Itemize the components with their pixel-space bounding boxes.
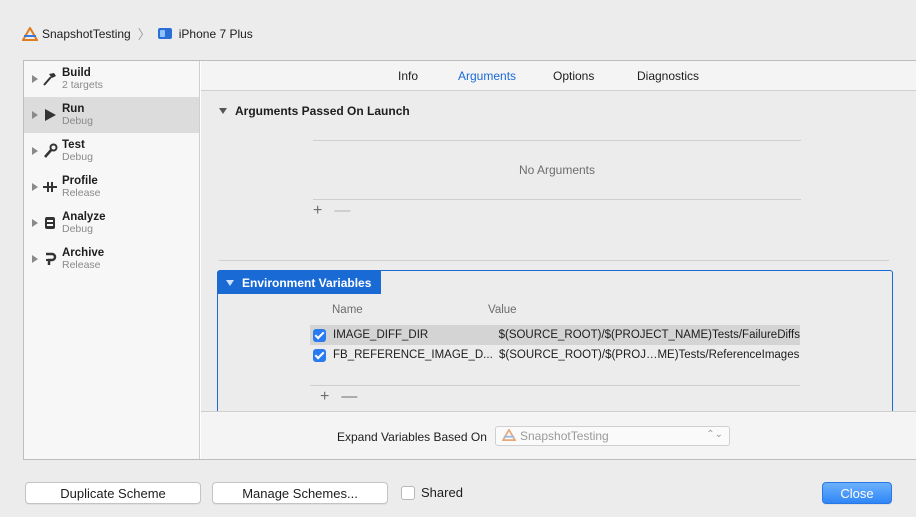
no-arguments-label: No Arguments <box>518 163 596 177</box>
sidebar-item-archive[interactable]: Archive Release <box>24 241 199 277</box>
divider <box>310 385 800 386</box>
sidebar-item-subtitle: 2 targets <box>62 79 103 91</box>
breadcrumb-destination[interactable]: iPhone 7 Plus <box>179 27 253 41</box>
disclosure-triangle-icon[interactable] <box>32 147 38 155</box>
enabled-checkbox[interactable] <box>313 328 326 342</box>
manage-schemes-button[interactable]: Manage Schemes... <box>212 482 388 504</box>
env-var-name[interactable]: FB_REFERENCE_IMAGE_D... <box>333 349 499 361</box>
tab-arguments[interactable]: Arguments <box>458 69 516 83</box>
archive-icon <box>42 251 58 267</box>
play-icon <box>42 107 58 123</box>
table-row[interactable]: FB_REFERENCE_IMAGE_D... $(SOURCE_ROOT)/$… <box>310 345 800 365</box>
shared-checkbox[interactable] <box>401 485 415 500</box>
instruments-icon <box>42 179 58 195</box>
sidebar-item-run[interactable]: Run Debug <box>24 97 199 133</box>
hammer-icon <box>42 71 58 87</box>
sidebar-item-title: Profile <box>62 175 98 187</box>
breadcrumb: SnapshotTesting 〉 iPhone 7 Plus <box>21 24 253 43</box>
environment-title: Environment Variables <box>242 275 372 290</box>
breadcrumb-project[interactable]: SnapshotTesting <box>42 27 131 41</box>
sidebar-item-title: Analyze <box>62 211 106 223</box>
shared-label[interactable]: Shared <box>421 485 463 500</box>
arguments-panel: Arguments Passed On Launch No Arguments … <box>201 92 916 419</box>
env-var-value[interactable]: $(SOURCE_ROOT)/$(PROJ…ME)Tests/Reference… <box>499 349 799 361</box>
sidebar-item-title: Run <box>62 103 85 115</box>
xcode-app-icon <box>21 25 39 41</box>
column-header-value: Value <box>488 304 517 316</box>
add-variable-button[interactable]: + <box>320 388 329 406</box>
sidebar-item-title: Build <box>62 67 91 79</box>
column-header-name: Name <box>332 304 363 316</box>
chevron-right-icon: 〉 <box>137 27 151 42</box>
device-icon <box>157 28 172 39</box>
xcode-app-icon <box>501 427 517 444</box>
remove-argument-button[interactable]: — <box>334 202 350 220</box>
sidebar-item-title: Test <box>62 139 85 151</box>
sidebar-item-title: Archive <box>62 247 105 259</box>
analyze-icon <box>42 215 58 231</box>
sidebar-item-profile[interactable]: Profile Release <box>24 169 199 205</box>
sidebar-item-subtitle: Debug <box>62 223 93 235</box>
disclosure-down-icon[interactable] <box>226 279 234 286</box>
shared-checkbox-group[interactable]: Shared <box>401 485 463 500</box>
expand-variables-value: SnapshotTesting <box>520 429 609 443</box>
sidebar-item-subtitle: Release <box>62 259 101 271</box>
arguments-list: No Arguments + — <box>313 140 801 250</box>
tab-diagnostics[interactable]: Diagnostics <box>637 69 699 83</box>
disclosure-triangle-icon[interactable] <box>32 111 38 119</box>
sidebar-item-subtitle: Release <box>62 187 101 199</box>
close-button[interactable]: Close <box>822 482 892 504</box>
disclosure-triangle-icon[interactable] <box>32 183 38 191</box>
disclosure-triangle-icon[interactable] <box>32 255 38 263</box>
table-row[interactable]: IMAGE_DIFF_DIR $(SOURCE_ROOT)/$(PROJECT_… <box>310 325 800 345</box>
tab-bar: Info Arguments Options Diagnostics <box>201 61 916 91</box>
scheme-content: Info Arguments Options Diagnostics Argum… <box>201 61 916 459</box>
scheme-breadcrumb-bar: SnapshotTesting 〉 iPhone 7 Plus <box>0 0 916 60</box>
env-var-name[interactable]: IMAGE_DIFF_DIR <box>333 329 499 341</box>
scheme-editor: Build 2 targets Run Debug Test Debug Pro… <box>23 60 916 460</box>
wrench-icon <box>42 143 58 159</box>
tab-options[interactable]: Options <box>553 69 594 83</box>
env-var-value[interactable]: $(SOURCE_ROOT)/$(PROJECT_NAME)Tests/Fail… <box>499 329 800 341</box>
sidebar-item-subtitle: Debug <box>62 151 93 163</box>
enabled-checkbox[interactable] <box>313 348 326 362</box>
sidebar-item-subtitle: Debug <box>62 115 93 127</box>
environment-section-header[interactable]: Environment Variables <box>218 271 382 294</box>
environment-variables-section: Environment Variables Name Value IMAGE_D… <box>217 270 893 419</box>
tab-info[interactable]: Info <box>398 69 418 83</box>
disclosure-down-icon[interactable] <box>219 108 227 114</box>
expand-variables-popup[interactable]: SnapshotTesting ⌃⌄ <box>495 426 730 446</box>
remove-variable-button[interactable]: — <box>341 388 357 406</box>
arguments-add-remove: + — <box>313 202 350 220</box>
divider <box>313 199 801 200</box>
disclosure-triangle-icon[interactable] <box>32 75 38 83</box>
expand-variables-label: Expand Variables Based On <box>337 430 487 444</box>
environment-add-remove: + — <box>320 388 357 406</box>
divider <box>313 140 801 141</box>
arguments-section-header[interactable]: Arguments Passed On Launch <box>219 104 410 118</box>
updown-chevron-icon: ⌃⌄ <box>706 429 723 440</box>
duplicate-scheme-button[interactable]: Duplicate Scheme <box>25 482 201 504</box>
disclosure-triangle-icon[interactable] <box>32 219 38 227</box>
sidebar-item-test[interactable]: Test Debug <box>24 133 199 169</box>
arguments-title: Arguments Passed On Launch <box>235 104 410 118</box>
sidebar-item-build[interactable]: Build 2 targets <box>24 61 199 97</box>
expand-variables-row: Expand Variables Based On SnapshotTestin… <box>201 411 916 459</box>
scheme-actions-sidebar: Build 2 targets Run Debug Test Debug Pro… <box>24 61 200 459</box>
add-argument-button[interactable]: + <box>313 202 322 220</box>
section-divider <box>219 260 889 261</box>
sidebar-item-analyze[interactable]: Analyze Debug <box>24 205 199 241</box>
